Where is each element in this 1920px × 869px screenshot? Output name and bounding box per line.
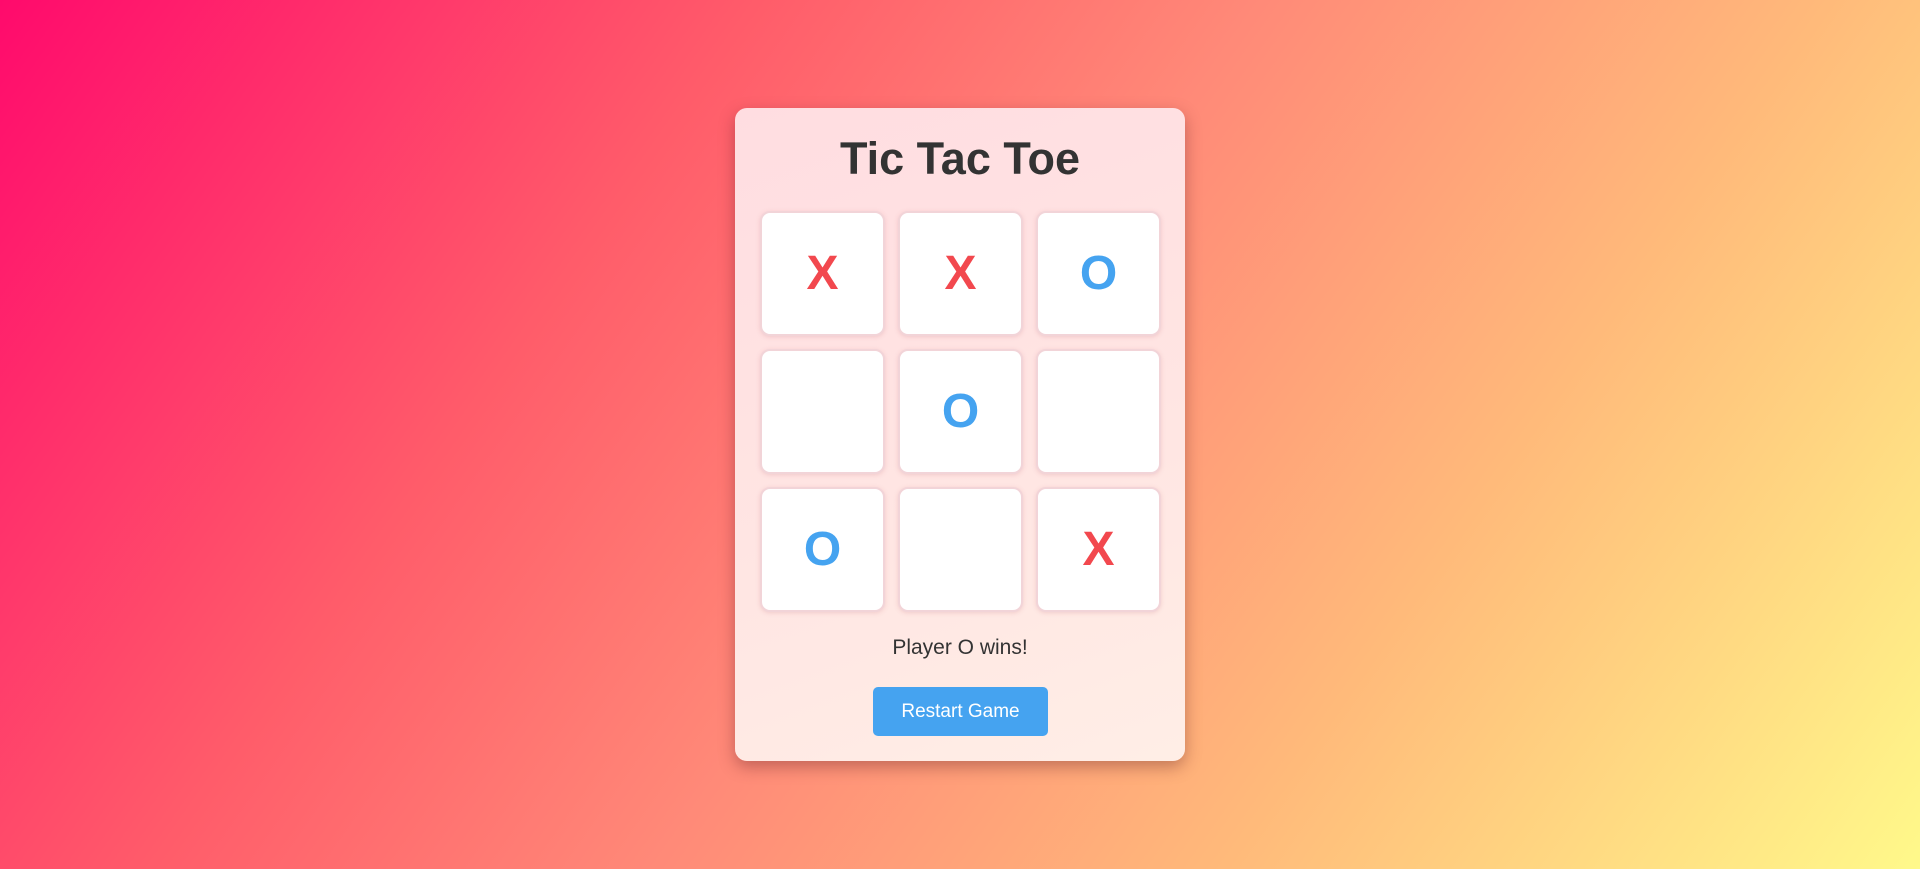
game-status: Player O wins!	[892, 636, 1028, 659]
restart-button[interactable]: Restart Game	[873, 687, 1048, 736]
board-cell-3[interactable]: O	[1036, 211, 1161, 336]
board-cell-5[interactable]: O	[898, 349, 1023, 474]
game-card: Tic Tac Toe X X O O O X Player O wins! R…	[735, 108, 1185, 761]
board-cell-7[interactable]: O	[760, 487, 885, 612]
board-cell-1[interactable]: X	[760, 211, 885, 336]
board-cell-2[interactable]: X	[898, 211, 1023, 336]
board-cell-9[interactable]: X	[1036, 487, 1161, 612]
game-board: X X O O O X	[760, 211, 1161, 612]
game-title: Tic Tac Toe	[839, 133, 1081, 184]
board-cell-8[interactable]	[898, 487, 1023, 612]
board-cell-4[interactable]	[760, 349, 885, 474]
board-cell-6[interactable]	[1036, 349, 1161, 474]
